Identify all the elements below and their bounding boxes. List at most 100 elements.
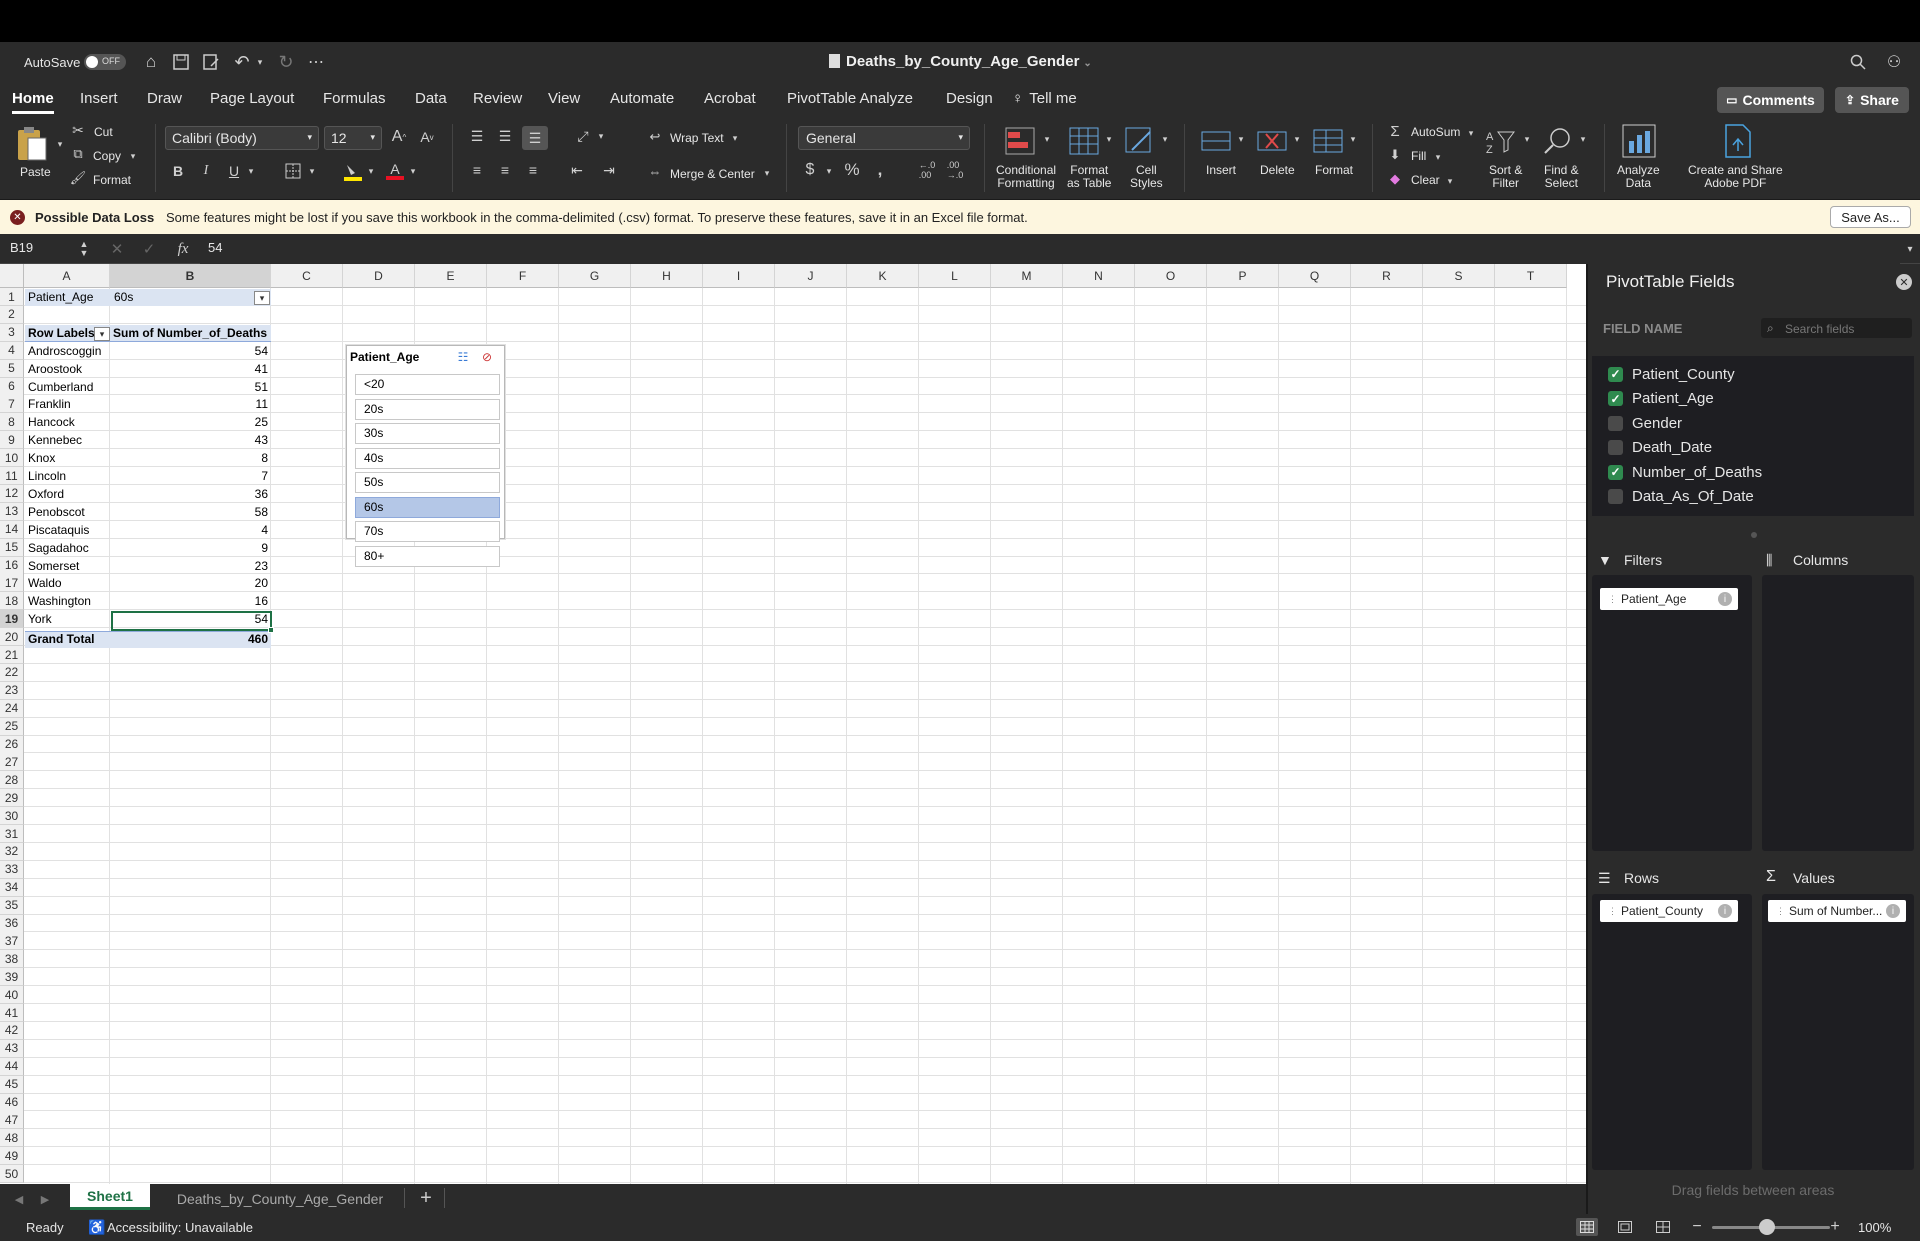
pivot-row-value[interactable]: 11 — [200, 395, 268, 413]
share-button[interactable]: ⇪ Share — [1835, 87, 1909, 113]
row-header-35[interactable]: 35 — [0, 896, 24, 915]
row-header-39[interactable]: 39 — [0, 968, 24, 987]
pivot-row-label[interactable]: Cumberland — [28, 378, 93, 396]
autosum-button[interactable]: AutoSum — [1411, 126, 1460, 139]
pivot-row-label[interactable]: Sagadahoc — [28, 539, 89, 557]
field-checkbox[interactable]: ✓ — [1608, 391, 1623, 406]
fill-color-dropdown-icon[interactable]: ▾ — [366, 164, 376, 178]
rows-field-pill[interactable]: ⋮ Patient_County i — [1600, 900, 1738, 922]
wrap-text-icon[interactable]: ↩ — [646, 128, 664, 146]
field-info-icon[interactable]: i — [1886, 904, 1900, 918]
row-header-37[interactable]: 37 — [0, 932, 24, 951]
row-header-44[interactable]: 44 — [0, 1057, 24, 1076]
slicer-item[interactable]: 30s — [355, 423, 500, 444]
slicer-item[interactable]: 50s — [355, 472, 500, 493]
slicer-item[interactable]: 40s — [355, 447, 500, 469]
row-labels-filter-icon[interactable]: ▾ — [94, 327, 110, 341]
tell-me[interactable]: ♀ Tell me — [1012, 90, 1077, 107]
column-header-f[interactable]: F — [487, 264, 559, 288]
format-as-table-dropdown-icon[interactable]: ▾ — [1104, 132, 1114, 146]
row-header-21[interactable]: 21 — [0, 646, 24, 664]
save-as-button[interactable]: Save As... — [1830, 206, 1911, 228]
column-header-i[interactable]: I — [703, 264, 775, 288]
scroll-left-icon[interactable]: ◀ — [12, 1190, 26, 1208]
column-header-l[interactable]: L — [919, 264, 991, 288]
row-header-28[interactable]: 28 — [0, 771, 24, 790]
row-header-38[interactable]: 38 — [0, 950, 24, 969]
column-header-e[interactable]: E — [415, 264, 487, 288]
row-header-27[interactable]: 27 — [0, 753, 24, 772]
values-area[interactable]: ⋮ Sum of Number... i — [1762, 894, 1914, 1170]
row-header-4[interactable]: 4 — [0, 341, 24, 360]
field-info-icon[interactable]: i — [1718, 904, 1732, 918]
search-icon[interactable] — [1848, 52, 1868, 72]
column-header-g[interactable]: G — [559, 264, 631, 288]
currency-icon[interactable]: $ — [800, 160, 820, 180]
row-header-2[interactable]: 2 — [0, 305, 24, 324]
format-painter-button[interactable]: Format — [93, 174, 131, 187]
filters-field-pill[interactable]: ⋮ Patient_Age i — [1600, 588, 1738, 610]
align-middle-icon[interactable]: ☰ — [494, 126, 516, 146]
pivot-row-value[interactable]: 20 — [200, 574, 268, 592]
cut-button[interactable]: Cut — [94, 126, 113, 139]
align-center-icon[interactable]: ≡ — [494, 160, 516, 180]
expand-formula-icon[interactable]: ▾ — [1904, 242, 1916, 256]
tab-page-layout[interactable]: Page Layout — [210, 90, 294, 107]
undo-icon[interactable]: ↶ — [232, 52, 252, 72]
row-header-9[interactable]: 9 — [0, 431, 24, 450]
slicer-item[interactable]: 20s — [355, 398, 500, 420]
align-bottom-icon[interactable]: ☰ — [522, 126, 548, 150]
column-header-r[interactable]: R — [1351, 264, 1423, 288]
filters-area[interactable]: ⋮ Patient_Age i — [1592, 575, 1752, 851]
patient-age-slicer[interactable]: Patient_Age ☷ ⊘ <20 20s 30s 40s 50s 60s 70s 80+ — [346, 345, 505, 567]
delete-dropdown-icon[interactable]: ▾ — [1292, 132, 1302, 146]
bold-button[interactable]: B — [168, 161, 188, 181]
pivot-row-label[interactable]: Washington — [28, 592, 91, 610]
wrap-text-button[interactable]: Wrap Text — [670, 132, 724, 145]
row-header-19[interactable]: 19 — [0, 610, 24, 629]
format-as-table-icon[interactable] — [1066, 124, 1102, 158]
align-right-icon[interactable]: ≡ — [522, 160, 544, 180]
pivot-row-label[interactable]: Knox — [28, 449, 55, 467]
insert-cells-icon[interactable] — [1198, 124, 1234, 158]
row-header-7[interactable]: 7 — [0, 395, 24, 414]
paste-button[interactable] — [14, 124, 58, 164]
column-header-m[interactable]: M — [991, 264, 1063, 288]
font-size-select[interactable]: 12 ▾ — [324, 126, 382, 150]
fill-handle[interactable] — [268, 627, 274, 633]
sort-filter-icon[interactable]: AZ — [1482, 124, 1518, 158]
select-all-corner[interactable] — [0, 264, 24, 288]
decrease-indent-icon[interactable]: ⇤ — [566, 160, 588, 180]
clear-filter-icon[interactable]: ⊘ — [479, 349, 495, 365]
title-chevron-icon[interactable]: ⌄ — [1083, 58, 1091, 69]
row-header-36[interactable]: 36 — [0, 914, 24, 933]
accessibility-status[interactable]: Accessibility: Unavailable — [107, 1220, 253, 1235]
row-header-45[interactable]: 45 — [0, 1075, 24, 1094]
underline-dropdown-icon[interactable]: ▾ — [246, 164, 256, 178]
format-cells-icon[interactable] — [1310, 124, 1346, 158]
worksheet-grid[interactable]: ABCDEFGHIJKLMNOPQRST 1 2 3 4 5 6 7 8 9 10 11 12 13 14… — [0, 264, 1586, 1184]
pivot-row-label[interactable]: Lincoln — [28, 467, 66, 485]
format-dropdown-icon[interactable]: ▾ — [1348, 132, 1358, 146]
column-header-k[interactable]: K — [847, 264, 919, 288]
name-box-stepper-icon[interactable]: ▲ ▼ — [78, 240, 90, 258]
pivot-row-value[interactable]: 23 — [200, 557, 268, 575]
row-header-23[interactable]: 23 — [0, 681, 24, 700]
row-header-25[interactable]: 25 — [0, 717, 24, 736]
comma-style-icon[interactable]: , — [870, 160, 890, 180]
pivot-row-label[interactable]: Waldo — [28, 574, 62, 592]
increase-decimal-icon[interactable]: ←.0.00 — [916, 160, 938, 180]
column-header-c[interactable]: C — [271, 264, 343, 288]
grand-total-label[interactable]: Grand Total — [28, 630, 94, 648]
row-header-40[interactable]: 40 — [0, 986, 24, 1005]
home-icon[interactable]: ⌂ — [140, 52, 162, 72]
columns-area[interactable] — [1762, 575, 1914, 851]
pivot-row-label[interactable]: York — [28, 610, 52, 628]
sheet-tab-deaths[interactable]: Deaths_by_County_Age_Gender — [164, 1188, 396, 1210]
slicer-item[interactable]: <20 — [355, 374, 500, 395]
field-info-icon[interactable]: i — [1718, 592, 1732, 606]
pivot-row-label[interactable]: Hancock — [28, 413, 75, 431]
borders-dropdown-icon[interactable]: ▾ — [307, 164, 317, 178]
clear-button[interactable]: Clear — [1411, 174, 1440, 187]
row-header-33[interactable]: 33 — [0, 860, 24, 879]
